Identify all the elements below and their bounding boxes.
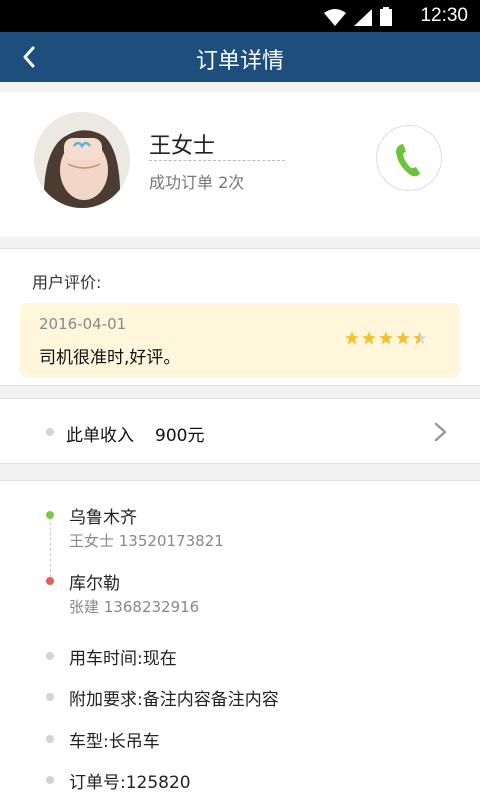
review-text: 司机很准时,好评。 — [39, 348, 181, 368]
star-icon — [345, 331, 359, 345]
income-value: 900元 — [155, 426, 205, 446]
destination-contact: 张建 1368232916 — [69, 598, 200, 616]
divider — [149, 160, 285, 161]
half-star-icon — [413, 331, 427, 345]
route-details-card: 乌鲁木齐 王女士 13520173821 库尔勒 张建 1368232916 用… — [0, 480, 480, 800]
star-icon — [396, 331, 410, 345]
review-box: 2016-04-01 司机很准时,好评。 — [20, 303, 460, 377]
status-time: 12:30 — [420, 5, 468, 26]
phone-icon — [395, 143, 421, 177]
review-date: 2016-04-01 — [39, 315, 127, 333]
extra-requirements: 附加要求:备注内容备注内容 — [69, 690, 279, 710]
customer-name: 王女士 — [149, 134, 216, 159]
battery-icon — [380, 7, 392, 26]
order-number: 订单号:125820 — [69, 773, 191, 793]
use-time: 用车时间:现在 — [69, 649, 177, 669]
star-icon — [379, 331, 393, 345]
status-bar: 12:30 — [0, 0, 480, 32]
star-icon — [362, 331, 376, 345]
star-rating — [344, 330, 428, 346]
review-title: 用户评价: — [32, 273, 102, 292]
bullet — [46, 693, 54, 701]
bullet — [46, 735, 54, 743]
bullet — [46, 428, 54, 436]
title-bar: 订单详情 — [0, 32, 480, 82]
bullet — [46, 776, 54, 784]
page-title: 订单详情 — [195, 49, 284, 74]
origin-contact: 王女士 13520173821 — [69, 532, 224, 550]
chevron-right-icon — [434, 422, 447, 442]
wifi-icon — [324, 9, 346, 26]
destination-dot — [46, 577, 54, 585]
origin-place: 乌鲁木齐 — [69, 508, 137, 528]
income-row[interactable]: 此单收入 900元 — [0, 398, 480, 464]
destination-place: 库尔勒 — [69, 574, 120, 594]
user-review-card: 用户评价: 2016-04-01 司机很准时,好评。 — [0, 248, 480, 386]
income-label: 此单收入 — [66, 426, 134, 446]
call-button[interactable] — [376, 125, 442, 191]
avatar-photo — [34, 112, 130, 208]
bullet — [46, 652, 54, 660]
successful-orders: 成功订单 2次 — [149, 173, 245, 192]
route-connector — [50, 517, 51, 577]
status-icons — [324, 7, 392, 26]
origin-dot — [46, 511, 54, 519]
avatar — [34, 112, 130, 208]
customer-profile-card: 王女士 成功订单 2次 — [0, 92, 480, 237]
signal-icon — [354, 9, 372, 26]
vehicle-type: 车型:长吊车 — [69, 732, 160, 752]
